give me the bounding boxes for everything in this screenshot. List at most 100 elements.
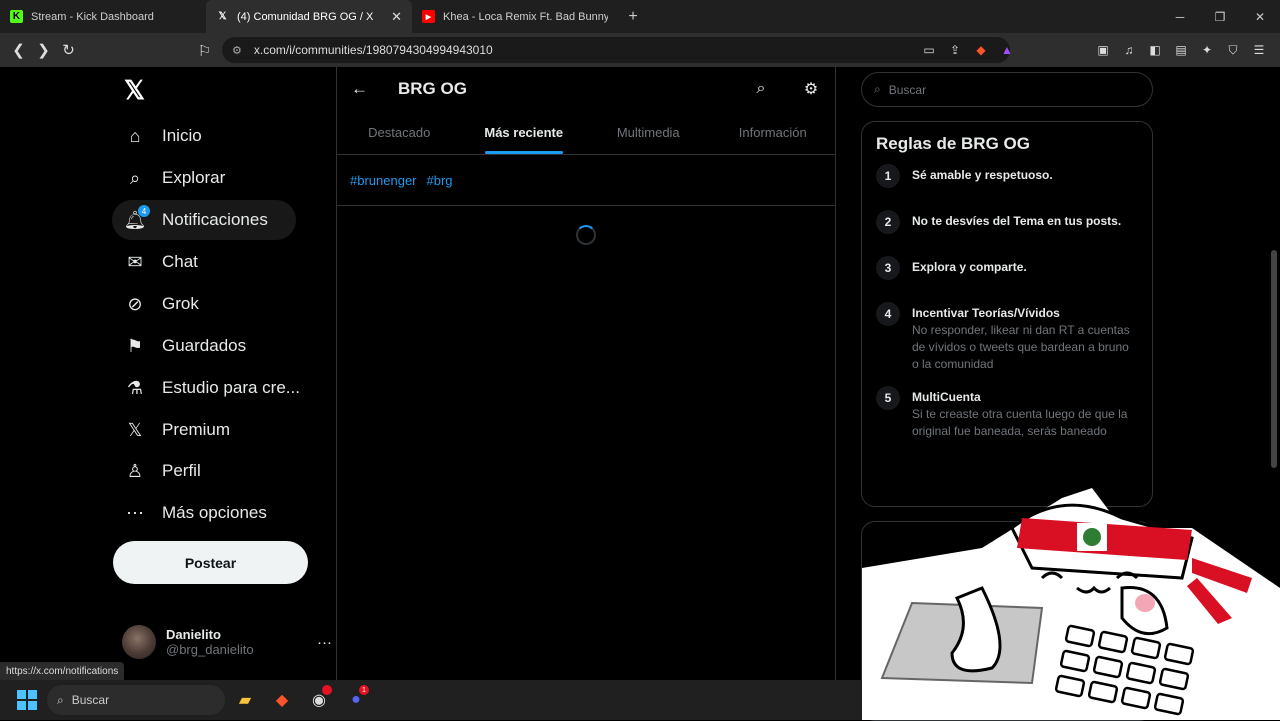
account-switcher[interactable]: Danielito @brg_danielito ··· [122, 622, 332, 662]
nav-item-mas-opciones[interactable]: ⋯ Más opciones [112, 493, 279, 533]
vpn-icon[interactable]: ⛉ [1224, 41, 1242, 59]
wallet-icon[interactable]: ▤ [1172, 41, 1190, 59]
browser-toolbar: ❮ ❯ ↻ ⚐ ⚙ x.com/i/communities/1980794304… [0, 33, 1280, 67]
youtube-icon: ▶ [422, 10, 435, 23]
community-rules-card: Reglas de BRG OG 1 Sé amable y respetuos… [861, 121, 1153, 507]
community-timeline: ← BRG OG ⌕ ⚙ Destacado Más reciente Mult… [336, 67, 836, 720]
new-tab-button[interactable]: + [618, 0, 648, 33]
rule-description: Si te creaste otra cuenta luego de que l… [912, 407, 1128, 438]
post-button[interactable]: Postear [113, 541, 308, 584]
taskbar-search-label: Buscar [71, 693, 110, 707]
left-navigation: 𝕏 ⌂ Inicio ⌕ Explorar 🔔︎ 4 Notificaciones… [112, 67, 334, 687]
menu-icon[interactable]: ☰ [1250, 41, 1268, 59]
page-title: BRG OG [398, 79, 467, 98]
close-tab-icon[interactable]: ✕ [391, 9, 402, 25]
rule-item: 2 No te desvíes del Tema en tus posts. [876, 210, 1138, 234]
file-explorer-icon[interactable]: ▰ [228, 683, 262, 717]
nav-label: Explorar [162, 168, 226, 187]
brave-browser-icon[interactable]: ◆ [265, 683, 299, 717]
nav-label: Chat [162, 252, 198, 271]
rule-item: 1 Sé amable y respetuoso. [876, 164, 1138, 188]
x-logo-icon: 𝕏 [127, 419, 143, 440]
cast-icon[interactable]: ▭ [920, 41, 938, 59]
tab-kick-dashboard[interactable]: K Stream - Kick Dashboard [0, 0, 206, 33]
reader-mode-icon[interactable]: ▣ [1094, 41, 1112, 59]
scrollbar[interactable] [1271, 250, 1277, 468]
windows-start-icon[interactable] [17, 690, 37, 710]
rule-number: 2 [876, 210, 900, 234]
cat-overlay-image [862, 488, 1280, 720]
search-input[interactable]: ⌕ Buscar [861, 72, 1153, 107]
tab-multimedia[interactable]: Multimedia [586, 111, 711, 154]
tab-mas-reciente[interactable]: Más reciente [462, 111, 587, 154]
status-link-preview: https://x.com/notifications [0, 662, 125, 681]
share-icon[interactable]: ⇪ [946, 41, 964, 59]
community-tags: #brunenger #brg [337, 155, 835, 206]
tab-title: Khea - Loca Remix Ft. Bad Bunny, Du [443, 10, 608, 23]
close-window-button[interactable]: ✕ [1240, 0, 1280, 33]
sidebar-icon[interactable]: ◧ [1146, 41, 1164, 59]
nav-item-guardados[interactable]: ⚑ Guardados [112, 326, 258, 366]
rule-title: No te desvíes del Tema en tus posts. [912, 214, 1122, 228]
more-icon[interactable]: ··· [317, 634, 332, 651]
tab-youtube[interactable]: ▶ Khea - Loca Remix Ft. Bad Bunny, Du [412, 0, 618, 33]
grok-icon: ⊘ [127, 293, 143, 314]
taskbar-search[interactable]: ⌕ Buscar [47, 685, 225, 715]
hashtag-link[interactable]: #brg [427, 173, 453, 188]
obs-icon[interactable]: ◉ [302, 683, 336, 717]
back-icon[interactable]: ❮ [6, 38, 31, 63]
community-header: ← BRG OG ⌕ ⚙ [337, 67, 835, 111]
bookmark-page-icon[interactable]: ⚐ [192, 38, 217, 63]
hashtag-link[interactable]: #brunenger [350, 173, 417, 188]
back-arrow-icon[interactable]: ← [351, 79, 368, 99]
music-icon[interactable]: ♫ [1120, 41, 1138, 59]
bell-icon: 🔔︎ 4 [124, 205, 150, 231]
discord-icon[interactable]: ● 1 [339, 683, 373, 717]
mail-icon: ✉ [127, 251, 143, 272]
restore-button[interactable]: ❐ [1200, 0, 1240, 33]
minimize-button[interactable]: ─ [1160, 0, 1200, 33]
tab-x-community[interactable]: 𝕏 (4) Comunidad BRG OG / X ✕ [206, 0, 412, 33]
nav-item-chat[interactable]: ✉ Chat [112, 242, 210, 282]
nav-label: Notificaciones [162, 210, 268, 229]
bookmark-icon: ⚑ [126, 335, 144, 356]
site-settings-icon[interactable]: ⚙ [232, 44, 242, 57]
nav-item-premium[interactable]: 𝕏 Premium [112, 410, 242, 450]
x-logo-icon[interactable]: 𝕏 [124, 77, 146, 103]
notification-badge: 4 [138, 205, 150, 217]
more-circle-icon: ⋯ [126, 502, 144, 523]
flask-icon: ⚗ [126, 377, 144, 398]
rule-item: 5 MultiCuenta Si te creaste otra cuenta … [876, 386, 1138, 440]
kick-icon: K [10, 10, 23, 23]
nav-item-perfil[interactable]: ♙ Perfil [112, 451, 213, 491]
loading-spinner [576, 225, 596, 245]
rule-description: No responder, likear ni dan RT a cuentas… [912, 323, 1130, 371]
nav-item-grok[interactable]: ⊘ Grok [112, 284, 211, 324]
nav-label: Perfil [162, 461, 201, 480]
tab-informacion[interactable]: Información [711, 111, 836, 154]
rule-item: 4 Incentivar Teorías/Vívidos No responde… [876, 302, 1138, 373]
brave-rewards-icon[interactable]: ▲ [998, 41, 1016, 59]
brave-shield-icon[interactable]: ◆ [972, 41, 990, 59]
nav-label: Inicio [162, 126, 202, 145]
account-handle: @brg_danielito [166, 642, 254, 657]
browser-extensions: ▭ ⇪ ◆ ▲ ▣ ♫ ◧ ▤ ✦ ⛉ ☰ [920, 33, 1268, 67]
search-icon: ⌕ [57, 692, 64, 707]
rule-number: 3 [876, 256, 900, 280]
rule-title: Sé amable y respetuoso. [912, 168, 1053, 182]
tab-destacado[interactable]: Destacado [337, 111, 462, 154]
nav-item-explorar[interactable]: ⌕ Explorar [112, 158, 237, 198]
reload-icon[interactable]: ↻ [56, 38, 81, 63]
search-icon: ⌕ [874, 82, 881, 96]
account-name: Danielito [166, 627, 221, 642]
nav-item-estudio[interactable]: ⚗ Estudio para cre... [112, 368, 312, 408]
address-bar[interactable]: ⚙ x.com/i/communities/198079430499494301… [222, 37, 1010, 63]
forward-icon[interactable]: ❯ [31, 38, 56, 63]
search-icon[interactable]: ⌕ [751, 80, 771, 98]
nav-item-notificaciones[interactable]: 🔔︎ 4 Notificaciones [112, 200, 296, 240]
nav-item-inicio[interactable]: ⌂ Inicio [112, 116, 214, 156]
gear-icon[interactable]: ⚙ [801, 79, 821, 99]
leo-ai-icon[interactable]: ✦ [1198, 41, 1216, 59]
rule-title: Explora y comparte. [912, 260, 1027, 274]
search-placeholder: Buscar [888, 82, 927, 97]
